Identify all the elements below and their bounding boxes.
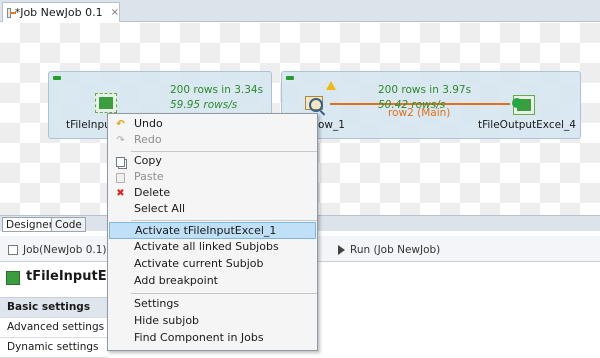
subjob-collapse-handle[interactable] [286, 76, 294, 80]
tab-job-label: Job(NewJob 0.1) [23, 244, 107, 256]
menu-item-delete[interactable]: ✖ Delete [109, 185, 316, 202]
menu-item-label: Activate all linked Subjobs [134, 240, 279, 253]
basic-settings-item[interactable]: Basic settings [0, 298, 108, 318]
tfileoutputexcel-label: tFileOutputExcel_4 [478, 119, 576, 131]
delete-icon: ✖ [116, 188, 125, 199]
settings-list: Basic settings Advanced settings Dynamic… [0, 297, 108, 358]
menu-item-activate-linked-subjobs[interactable]: Activate all linked Subjobs [109, 239, 316, 256]
link2-rows: 200 rows in 3.97s [378, 84, 472, 96]
close-icon[interactable]: × [111, 7, 119, 18]
output-arrow-icon [512, 98, 522, 108]
tab-run[interactable]: Run (Job NewJob) [338, 240, 440, 260]
menu-item-label: Activate current Subjob [134, 257, 264, 270]
menu-item-label: Settings [134, 297, 180, 310]
copy-icon [115, 156, 126, 167]
dynamic-settings-item[interactable]: Dynamic settings [0, 338, 108, 358]
advanced-settings-item[interactable]: Advanced settings [0, 318, 108, 338]
menu-separator [131, 220, 317, 221]
menu-item-hide-subjob[interactable]: Hide subjob [109, 313, 316, 330]
editor-tab-bar: *Job NewJob 0.1 × [0, 0, 600, 22]
menu-item-label: Redo [134, 133, 162, 146]
menu-item-label: Delete [134, 186, 171, 199]
redo-icon: ↷ [116, 135, 125, 146]
paste-icon [115, 172, 126, 183]
run-icon [338, 245, 345, 255]
menu-item-label: Hide subjob [134, 314, 200, 327]
menu-item-label: Activate tFileInputExcel_1 [135, 224, 277, 237]
link1-stats: 200 rows in 3.34s 59.95 rows/s [170, 83, 263, 113]
tab-code[interactable]: Code [51, 217, 86, 232]
magnifier-icon [309, 98, 323, 112]
menu-item-label: Undo [134, 117, 163, 130]
menu-item-paste[interactable]: Paste [109, 169, 316, 186]
link1-rows: 200 rows in 3.34s [170, 84, 264, 96]
menu-item-select-all[interactable]: Select All [109, 201, 316, 218]
job-editor-tab[interactable]: *Job NewJob 0.1 × [2, 2, 120, 22]
menu-item-undo[interactable]: ↶ Undo [109, 116, 316, 133]
excel-component-icon [6, 271, 20, 285]
menu-item-copy[interactable]: Copy [109, 153, 316, 170]
context-menu: ↶ Undo ↷ Redo Copy Paste ✖ Delete Select… [107, 113, 318, 351]
menu-item-label: Add breakpoint [134, 274, 218, 287]
job-icon [8, 245, 18, 255]
menu-item-label: Copy [134, 154, 162, 167]
undo-icon: ↶ [116, 119, 125, 130]
menu-item-label: Select All [134, 202, 186, 215]
menu-item-redo[interactable]: ↷ Redo [109, 132, 316, 149]
tfileinputexcel-component[interactable] [95, 93, 117, 113]
tab-run-label: Run (Job NewJob) [350, 244, 441, 256]
link1-rate: 59.95 rows/s [170, 99, 238, 111]
tab-job[interactable]: Job(NewJob 0.1) [8, 240, 107, 260]
tfileinputexcel-label: tFileInpu [66, 119, 111, 131]
job-icon [7, 7, 16, 18]
menu-item-settings[interactable]: Settings [109, 296, 316, 313]
menu-item-activate-current-subjob[interactable]: Activate current Subjob [109, 256, 316, 273]
subjob-collapse-handle[interactable] [53, 76, 61, 80]
job-tab-title: *Job NewJob 0.1 [14, 6, 103, 19]
tmap-label: ow_1 [318, 119, 345, 131]
menu-item-label: Find Component in Jobs [134, 331, 264, 344]
menu-item-add-breakpoint[interactable]: Add breakpoint [109, 273, 316, 290]
menu-item-find-component[interactable]: Find Component in Jobs [109, 330, 316, 347]
menu-separator [131, 293, 317, 294]
menu-separator [131, 151, 317, 152]
warning-icon [326, 81, 336, 90]
tab-designer[interactable]: Designer [2, 217, 58, 232]
menu-item-activate-component[interactable]: Activate tFileInputExcel_1 [109, 222, 316, 239]
link2-label: row2 (Main) [388, 107, 451, 119]
menu-item-label: Paste [134, 170, 164, 183]
